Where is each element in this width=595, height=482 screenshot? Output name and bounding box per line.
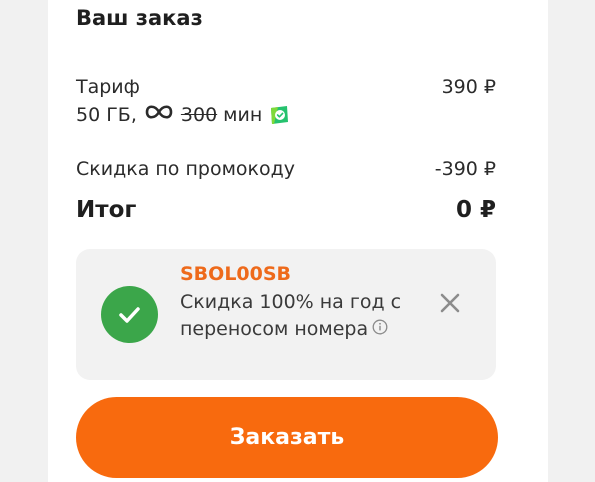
bonus-badge-icon	[268, 104, 290, 126]
tariff-data: 50 ГБ,	[76, 103, 137, 126]
tariff-price: 390 ₽	[441, 76, 496, 98]
old-minutes: 300	[180, 103, 218, 126]
close-icon	[440, 293, 460, 313]
total-value: 0 ₽	[455, 197, 496, 223]
total-label: Итог	[76, 197, 137, 223]
minutes-unit: мин	[223, 103, 263, 126]
order-button[interactable]: Заказать	[76, 397, 498, 478]
infinity-icon	[143, 102, 175, 127]
remove-promo-button[interactable]	[436, 289, 464, 317]
order-card: Ваш заказ Тариф 390 ₽ 50 ГБ, 300 мин Ски…	[48, 0, 548, 482]
promo-code: SBOL00SB	[180, 263, 292, 285]
check-icon	[101, 286, 158, 343]
tariff-label: Тариф	[76, 76, 140, 98]
discount-value: -390 ₽	[434, 158, 496, 180]
promo-code-box: SBOL00SB Скидка 100% на год с переносом …	[76, 249, 496, 380]
order-title: Ваш заказ	[76, 6, 203, 30]
promo-description: Скидка 100% на год с переносом номера	[180, 289, 420, 343]
tariff-details: 50 ГБ, 300 мин	[76, 102, 290, 127]
discount-label: Скидка по промокоду	[76, 158, 296, 180]
info-icon[interactable]	[372, 316, 388, 343]
promo-description-text: Скидка 100% на год с переносом номера	[180, 291, 402, 340]
